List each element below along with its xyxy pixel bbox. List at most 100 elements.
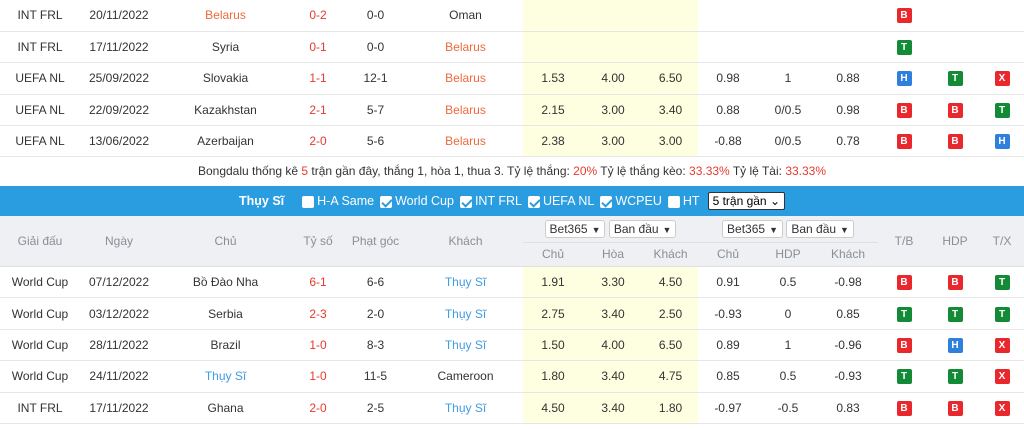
- hdp-away-cell: [818, 31, 878, 64]
- hdp-line-cell: 0/0.5: [758, 125, 818, 158]
- odds-type-select-1[interactable]: Ban đầu ▼: [608, 220, 677, 239]
- odds-home-cell: 1.53: [523, 62, 583, 95]
- league-cell: INT FRL: [0, 31, 80, 64]
- home-team-cell[interactable]: Ghana: [158, 392, 293, 424]
- odds-draw-cell: [583, 0, 643, 32]
- away-team-cell[interactable]: Thụy Sĩ: [408, 329, 523, 362]
- date-cell: 13/06/2022: [80, 125, 158, 158]
- score-cell[interactable]: 2-1: [293, 94, 343, 127]
- away-team-cell[interactable]: Belarus: [408, 31, 523, 64]
- result-tx-cell: [980, 0, 1024, 32]
- corner-cell: 2-5: [343, 392, 408, 424]
- away-team-cell[interactable]: Thụy Sĩ: [408, 297, 523, 330]
- odds-type-select-2[interactable]: Ban đầu ▼: [786, 220, 854, 239]
- away-team-cell[interactable]: Thụy Sĩ: [408, 392, 523, 424]
- score-cell[interactable]: 6-1: [293, 266, 343, 299]
- home-team-cell[interactable]: Kazakhstan: [158, 94, 293, 127]
- filter-option[interactable]: INT FRL: [454, 194, 522, 208]
- result-hdp-cell: B: [930, 392, 980, 424]
- checkbox-icon[interactable]: [302, 196, 315, 209]
- score-cell[interactable]: 1-0: [293, 329, 343, 362]
- chevron-down-icon: ⌄: [769, 194, 781, 209]
- filter-option[interactable]: World Cup: [374, 194, 454, 208]
- away-team-cell[interactable]: Belarus: [408, 62, 523, 95]
- filter-option[interactable]: HT: [662, 194, 700, 208]
- away-team-cell[interactable]: Belarus: [408, 94, 523, 127]
- score-cell[interactable]: 1-0: [293, 360, 343, 393]
- hdp-away-cell: 0.98: [818, 94, 878, 127]
- table-row: World Cup 07/12/2022 Bồ Đào Nha 6-1 6-6 Thụy …: [0, 266, 1024, 299]
- sub-home-hdp: Chủ: [698, 242, 758, 267]
- result-tb-cell: B: [878, 392, 930, 424]
- checkbox-checked-icon[interactable]: [600, 196, 613, 209]
- away-team-cell[interactable]: Thụy Sĩ: [408, 266, 523, 299]
- result-hdp-cell: [930, 31, 980, 64]
- col-tx: T/X: [980, 216, 1024, 267]
- home-team-cell[interactable]: Syria: [158, 31, 293, 64]
- away-team-cell[interactable]: Belarus: [408, 125, 523, 158]
- score-cell[interactable]: 2-0: [293, 392, 343, 424]
- checkbox-checked-icon[interactable]: [459, 196, 472, 209]
- score-cell[interactable]: 2-3: [293, 297, 343, 330]
- table-row: UEFA NL 13/06/2022 Azerbaijan 2-0 5-6 Belarus…: [0, 125, 1024, 158]
- result-hdp-cell: [930, 0, 980, 32]
- result-tb-cell: B: [878, 125, 930, 158]
- odds-away-cell: 6.50: [643, 62, 698, 95]
- hdp-away-cell: 0.83: [818, 392, 878, 424]
- col-home: Chủ: [158, 216, 293, 267]
- bookmaker-select-1[interactable]: Bet365 ▼: [544, 220, 606, 239]
- home-team-cell[interactable]: Serbia: [158, 297, 293, 330]
- result-hdp-cell: B: [930, 94, 980, 127]
- home-team-cell[interactable]: Bồ Đào Nha: [158, 266, 293, 299]
- filter-option-label: WCPEU: [615, 194, 662, 209]
- filter-option-label: H-A Same: [317, 194, 375, 209]
- odds-away-cell: 6.50: [643, 329, 698, 362]
- filter-option[interactable]: WCPEU: [594, 194, 662, 208]
- team-name: Thụy Sĩ: [238, 194, 285, 209]
- home-team-cell[interactable]: Azerbaijan: [158, 125, 293, 158]
- home-team-cell[interactable]: Thụy Sĩ: [158, 360, 293, 393]
- result-hdp-cell: T: [930, 360, 980, 393]
- filter-option-label: HT: [682, 194, 700, 209]
- corner-cell: 8-3: [343, 329, 408, 362]
- bookmaker-select-2[interactable]: Bet365 ▼: [722, 220, 783, 239]
- table-row: World Cup 03/12/2022 Serbia 2-3 2-0 Thụy Sĩ 2.…: [0, 297, 1024, 330]
- away-team-cell[interactable]: Cameroon: [408, 360, 523, 393]
- hdp-line-cell: 0.5: [758, 360, 818, 393]
- result-tb-cell: B: [878, 0, 930, 32]
- home-team-cell[interactable]: Brazil: [158, 329, 293, 362]
- result-hdp-cell: T: [930, 62, 980, 95]
- away-team-cell[interactable]: Oman: [408, 0, 523, 32]
- filter-bar: Thụy Sĩ H-A Same World Cup INT FRL UEFA NL W…: [0, 186, 1024, 217]
- sub-away-hdp: Khách: [818, 242, 878, 267]
- chevron-down-icon: ▼: [591, 225, 601, 236]
- col-hdp: HDP: [930, 216, 980, 267]
- checkbox-checked-icon[interactable]: [380, 196, 393, 209]
- odds-1x2-group: Bet365 ▼ Ban đầu ▼: [523, 216, 698, 243]
- score-cell[interactable]: 0-1: [293, 31, 343, 64]
- result-badge: B: [947, 134, 963, 150]
- date-cell: 17/11/2022: [80, 31, 158, 64]
- checkbox-icon[interactable]: [667, 196, 680, 209]
- match-count-select[interactable]: 5 trận gần ⌄: [707, 192, 786, 211]
- result-badge: B: [896, 275, 912, 291]
- filter-option[interactable]: UEFA NL: [522, 194, 594, 208]
- checkbox-checked-icon[interactable]: [527, 196, 540, 209]
- hdp-home-cell: -0.97: [698, 392, 758, 424]
- result-tb-cell: T: [878, 297, 930, 330]
- league-cell: UEFA NL: [0, 62, 80, 95]
- odds-draw-cell: 4.00: [583, 329, 643, 362]
- result-tx-cell: X: [980, 62, 1024, 95]
- result-badge: B: [896, 8, 912, 24]
- result-badge: H: [947, 337, 963, 353]
- result-tx-cell: T: [980, 297, 1024, 330]
- filter-option[interactable]: H-A Same: [296, 194, 374, 208]
- score-cell[interactable]: 1-1: [293, 62, 343, 95]
- score-cell[interactable]: 0-2: [293, 0, 343, 32]
- hdp-home-cell: -0.88: [698, 125, 758, 158]
- home-team-cell[interactable]: Slovakia: [158, 62, 293, 95]
- home-team-cell[interactable]: Belarus: [158, 0, 293, 32]
- sub-home: Chủ: [523, 242, 583, 267]
- score-cell[interactable]: 2-0: [293, 125, 343, 158]
- table-row: INT FRL 17/11/2022 Ghana 2-0 2-5 Thụy Sĩ 4.50 3…: [0, 392, 1024, 424]
